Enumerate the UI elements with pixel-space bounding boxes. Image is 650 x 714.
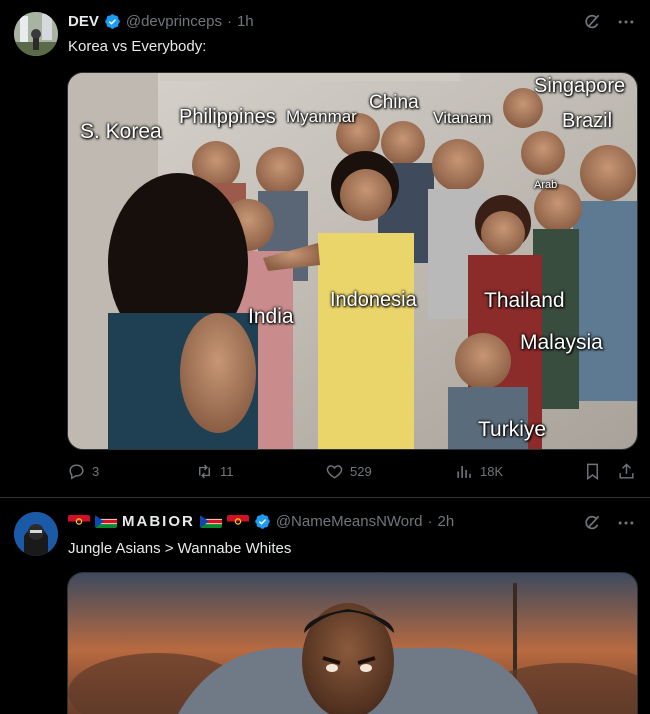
share-button[interactable]	[617, 462, 636, 481]
tweet-top-actions	[582, 513, 636, 533]
avatar[interactable]	[14, 12, 58, 56]
tweet-card[interactable]: DEV @devprinceps · 1h Korea vs Everybody…	[0, 0, 650, 498]
south-sudan-flag-icon	[199, 515, 222, 528]
meme-label: Thailand	[484, 289, 565, 312]
more-icon[interactable]	[616, 513, 636, 533]
meme-label: Singapore	[534, 75, 626, 97]
display-name[interactable]: DEV	[68, 13, 99, 30]
user-handle[interactable]: @devprinceps	[126, 13, 222, 30]
south-sudan-flag-icon	[95, 515, 117, 528]
grok-icon[interactable]	[582, 12, 602, 32]
reply-button[interactable]: 3	[67, 462, 99, 481]
bookmark-button[interactable]	[583, 462, 602, 481]
meme-label: China	[369, 92, 419, 113]
more-icon[interactable]	[616, 12, 636, 32]
meme-label: Brazil	[562, 110, 613, 132]
meme-label: S. Korea	[80, 120, 162, 143]
meme-label: India	[248, 305, 294, 328]
avatar[interactable]	[14, 512, 58, 556]
verified-badge-icon	[104, 13, 121, 30]
meme-label: Malaysia	[520, 331, 603, 354]
reply-icon	[69, 464, 84, 480]
timestamp[interactable]: 1h	[237, 13, 254, 30]
angola-flag-icon	[226, 515, 249, 528]
repost-icon	[199, 464, 210, 479]
repost-button[interactable]: 11	[195, 462, 234, 481]
tweet-media-image[interactable]: S. Korea Philippines Myanmar China Vitan…	[67, 72, 638, 450]
tweet-header: MABIOR @NameMeansNWord · 2h	[68, 513, 454, 530]
meme-label: Arab	[534, 179, 558, 191]
user-handle[interactable]: @NameMeansNWord	[276, 513, 423, 530]
meme-label: Myanmar	[286, 107, 357, 126]
like-count: 529	[350, 464, 372, 479]
meme-label: Vitanam	[433, 110, 492, 127]
tweet-media-image[interactable]	[67, 572, 638, 714]
like-button[interactable]: 529	[325, 462, 372, 481]
verified-badge-icon	[254, 513, 271, 530]
repost-count: 11	[220, 464, 234, 479]
meme-label: Philippines	[179, 106, 276, 128]
timestamp[interactable]: 2h	[438, 513, 455, 530]
tweet-top-actions	[582, 12, 636, 32]
separator-dot: ·	[427, 513, 433, 530]
grok-icon[interactable]	[582, 513, 602, 533]
angola-flag-icon	[68, 515, 90, 528]
view-count: 18K	[480, 464, 504, 479]
separator-dot: ·	[226, 13, 232, 30]
like-icon	[326, 465, 343, 479]
meme-label: Turkiye	[478, 418, 547, 441]
tweet-header: DEV @devprinceps · 1h	[68, 13, 254, 30]
share-icon	[619, 463, 634, 479]
display-name[interactable]: MABIOR	[122, 513, 195, 530]
tweet-action-bar: 3 11 529 18K	[67, 462, 636, 484]
views-icon	[457, 465, 471, 478]
animated-character-image	[68, 573, 637, 714]
views-button[interactable]: 18K	[455, 462, 503, 481]
bookmark-icon	[587, 463, 598, 481]
meme-label: Indonesia	[330, 289, 417, 311]
tweet-text: Jungle Asians > Wannabe Whites	[68, 540, 292, 557]
tweet-text: Korea vs Everybody:	[68, 38, 207, 55]
reply-count: 3	[92, 464, 100, 479]
